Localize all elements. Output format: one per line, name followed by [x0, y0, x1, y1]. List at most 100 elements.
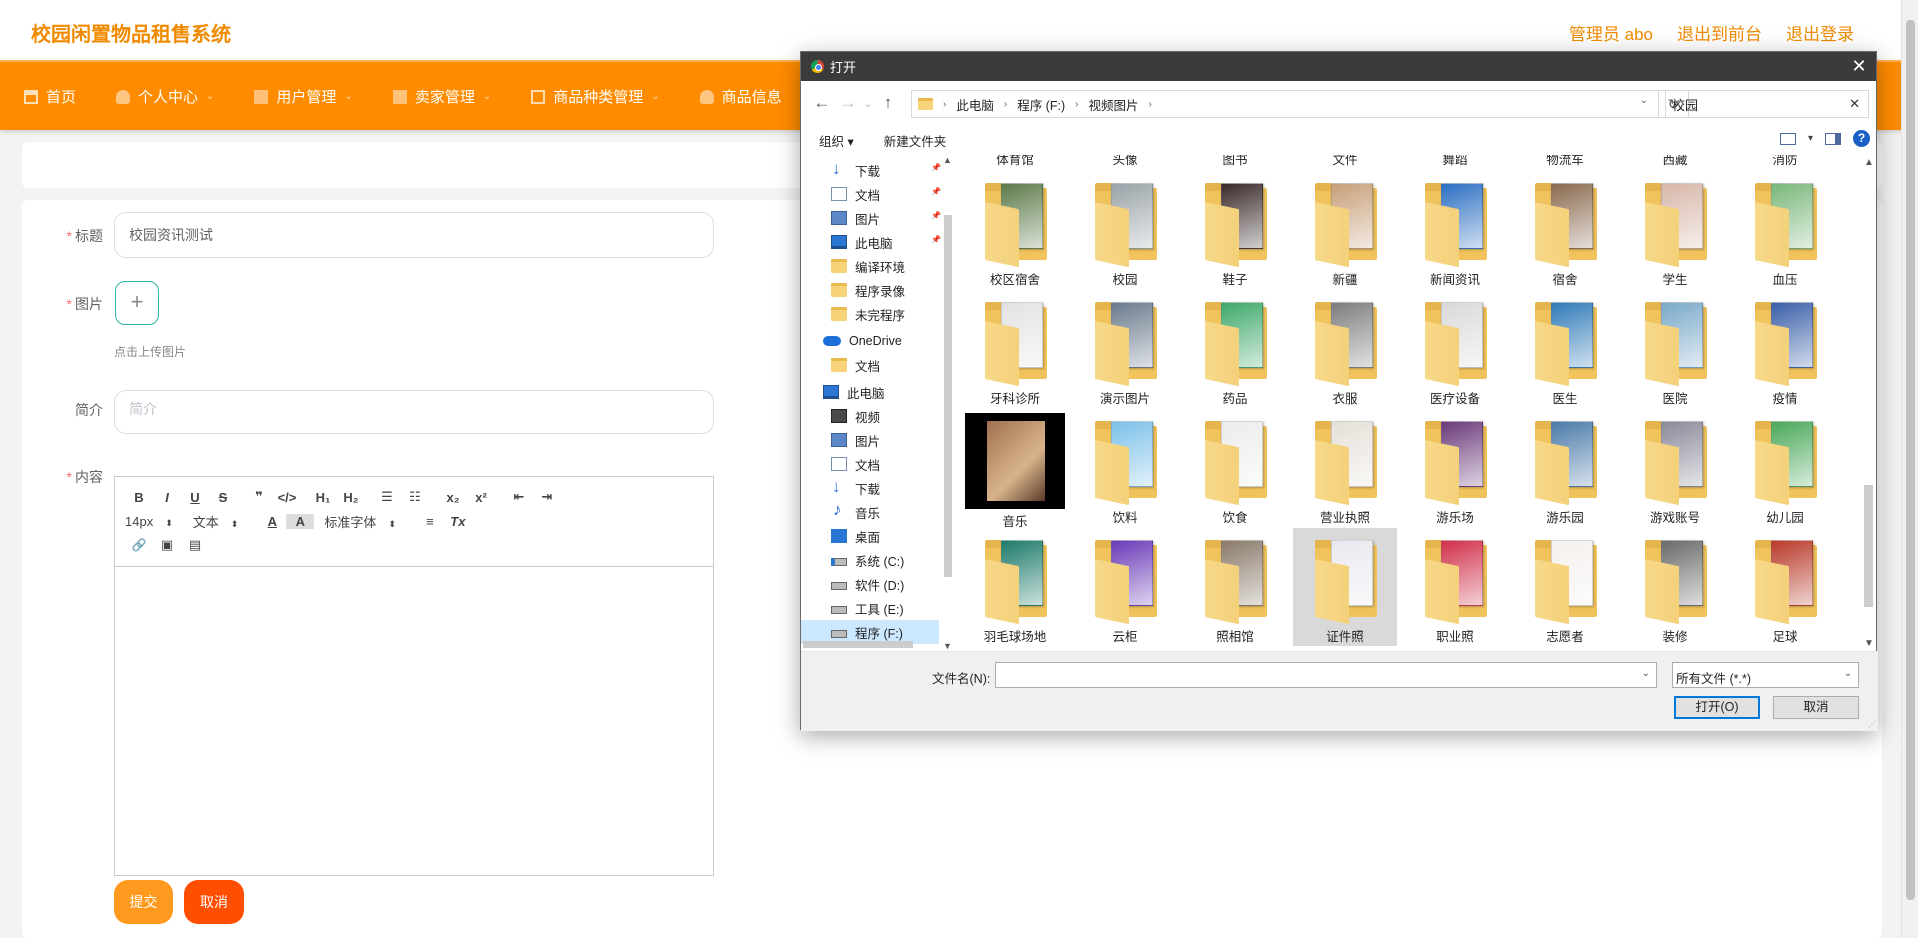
folder-item[interactable]: 宿舍 — [1513, 171, 1617, 289]
clear-format-button[interactable]: Tx — [444, 514, 472, 529]
title-input[interactable]: 校园资讯测试 — [114, 212, 714, 258]
nav-pane-item[interactable]: 下载 — [801, 476, 939, 500]
outdent-button[interactable]: ⇤ — [505, 489, 533, 505]
dialog-titlebar[interactable]: 打开 ✕ — [801, 52, 1876, 81]
navigation-pane-hscrollbar[interactable] — [801, 637, 939, 651]
folder-item[interactable]: 证件照 — [1293, 528, 1397, 646]
cancel-button[interactable]: 取消 — [184, 880, 244, 924]
file-label[interactable]: 舞蹈 — [1403, 155, 1507, 168]
editor-content-area[interactable] — [115, 567, 713, 875]
superscript-button[interactable]: x² — [467, 490, 495, 505]
scroll-up-icon[interactable]: ▲ — [943, 155, 952, 165]
navigation-pane-scrollbar-thumb[interactable] — [944, 215, 952, 577]
nav-pane-item[interactable]: 编译环境 — [801, 254, 939, 278]
folder-item[interactable]: 营业执照 — [1293, 409, 1397, 527]
resize-grip-icon[interactable]: ⋰ — [1868, 720, 1876, 729]
code-block-button[interactable]: </> — [273, 490, 301, 505]
nav-pane-item[interactable]: 此电脑 — [801, 380, 939, 404]
folder-item[interactable]: 医生 — [1513, 290, 1617, 408]
folder-item[interactable]: 游乐园 — [1513, 409, 1617, 527]
nav-personal-center[interactable]: 个人中心 ⌄ — [116, 86, 214, 107]
scroll-down-icon[interactable]: ▼ — [943, 641, 952, 651]
folder-item[interactable]: 新闻资讯 — [1403, 171, 1507, 289]
folder-item[interactable]: 衣服 — [1293, 290, 1397, 408]
folder-item[interactable]: 游戏账号 — [1623, 409, 1727, 527]
view-mode-icon[interactable] — [1779, 132, 1796, 145]
folder-item[interactable]: 牙科诊所 — [963, 290, 1067, 408]
nav-pane-item[interactable]: 视频 — [801, 404, 939, 428]
breadcrumb-drive-f[interactable]: 程序 (F:) — [1017, 95, 1065, 114]
h1-button[interactable]: H₁ — [309, 490, 337, 505]
folder-item[interactable]: 幼儿园 — [1733, 409, 1837, 527]
indent-button[interactable]: ⇥ — [533, 489, 561, 505]
chevron-down-icon[interactable]: ⌄ — [1640, 95, 1648, 106]
recent-locations-icon[interactable]: ⌄ — [861, 97, 875, 110]
scroll-down-icon[interactable]: ▼ — [1864, 638, 1874, 649]
folder-item[interactable]: 饮食 — [1183, 409, 1287, 527]
font-family-select[interactable]: 标准字体 ⬍ — [324, 512, 396, 531]
folder-item[interactable]: 游乐场 — [1403, 409, 1507, 527]
nav-pane-item[interactable]: 未完程序 — [801, 302, 939, 326]
address-box[interactable]: › 此电脑 › 程序 (F:) › 视频图片 › ⌄ ↻ — [911, 90, 1689, 118]
help-icon[interactable]: ? — [1853, 130, 1870, 147]
folder-item[interactable]: 医疗设备 — [1403, 290, 1507, 408]
nav-pane-item[interactable]: 此电脑 📌 — [801, 230, 941, 254]
preview-pane-icon[interactable] — [1825, 132, 1841, 145]
image-button[interactable]: ▣ — [153, 537, 181, 553]
folder-item[interactable]: 学生 — [1623, 171, 1727, 289]
folder-item[interactable]: 药品 — [1183, 290, 1287, 408]
nav-user-management[interactable]: 用户管理 ⌄ — [254, 86, 353, 107]
nav-pane-item[interactable]: 文档 — [801, 353, 939, 377]
font-color-button[interactable]: A — [258, 514, 286, 529]
search-input[interactable]: 校园 ✕ — [1665, 90, 1869, 118]
file-label[interactable]: 文件 — [1293, 155, 1397, 168]
file-label[interactable]: 图书 — [1183, 155, 1287, 168]
nav-pane-item[interactable]: OneDrive — [801, 329, 939, 353]
folder-item[interactable]: 羽毛球场地 — [963, 528, 1067, 646]
intro-textarea[interactable]: 简介 — [114, 390, 714, 434]
new-folder-button[interactable]: 新建文件夹 — [884, 131, 947, 150]
nav-home[interactable]: 首页 — [24, 86, 76, 107]
folder-item[interactable]: 鞋子 — [1183, 171, 1287, 289]
nav-pane-item[interactable]: 音乐 — [801, 500, 939, 524]
folder-item[interactable]: 志愿者 — [1513, 528, 1617, 646]
folder-item[interactable]: 校区宿舍 — [963, 171, 1067, 289]
clear-search-icon[interactable]: ✕ — [1849, 96, 1860, 112]
nav-pane-item[interactable]: 系统 (C:) — [801, 548, 939, 572]
folder-item[interactable]: 照相馆 — [1183, 528, 1287, 646]
folder-item[interactable]: 校园 — [1073, 171, 1177, 289]
folder-item[interactable]: 职业照 — [1403, 528, 1507, 646]
blockquote-button[interactable]: ❞ — [245, 489, 273, 505]
logout-link[interactable]: 退出登录 — [1786, 20, 1854, 45]
nav-category-management[interactable]: 商品种类管理 ⌄ — [531, 86, 660, 107]
organize-button[interactable]: 组织 ▾ — [819, 131, 854, 150]
bold-button[interactable]: B — [125, 490, 153, 505]
navigation-pane-hscrollbar-thumb[interactable] — [803, 641, 913, 648]
bullet-list-button[interactable]: ☷ — [401, 489, 429, 505]
navigation-pane-scrollbar[interactable]: ▲ ▼ — [941, 155, 955, 651]
nav-pane-item[interactable]: 图片 — [801, 428, 939, 452]
nav-pane-item[interactable]: 工具 (E:) — [801, 596, 939, 620]
nav-pane-item[interactable]: 程序录像 — [801, 278, 939, 302]
folder-item[interactable]: 新疆 — [1293, 171, 1397, 289]
image-upload-button[interactable]: + — [115, 281, 159, 325]
folder-item[interactable]: 云柜 — [1073, 528, 1177, 646]
h2-button[interactable]: H₂ — [337, 490, 365, 505]
link-button[interactable]: 🔗 — [125, 538, 153, 552]
nav-pane-item[interactable]: 软件 (D:) — [801, 572, 939, 596]
nav-pane-item[interactable]: 文档 📌 — [801, 182, 941, 206]
submit-button[interactable]: 提交 — [114, 880, 173, 924]
breadcrumb-video-pictures[interactable]: 视频图片 — [1088, 95, 1138, 114]
nav-product-info[interactable]: 商品信息 — [699, 86, 782, 107]
back-arrow-icon[interactable]: ← — [809, 93, 835, 113]
exit-to-frontend-link[interactable]: 退出到前台 — [1677, 20, 1762, 45]
underline-button[interactable]: U — [181, 490, 209, 505]
file-grid-scrollbar-thumb[interactable] — [1864, 485, 1873, 607]
forward-arrow-icon[interactable]: → — [835, 93, 861, 113]
admin-user-link[interactable]: 管理员 abo — [1569, 20, 1653, 45]
up-arrow-icon[interactable]: ↑ — [875, 93, 901, 113]
file-label[interactable]: 消防 — [1733, 155, 1837, 168]
nav-pane-item[interactable]: 桌面 — [801, 524, 939, 548]
chevron-down-icon[interactable]: ⌄ — [1642, 668, 1650, 679]
header-select[interactable]: 文本 ⬍ — [193, 512, 239, 531]
